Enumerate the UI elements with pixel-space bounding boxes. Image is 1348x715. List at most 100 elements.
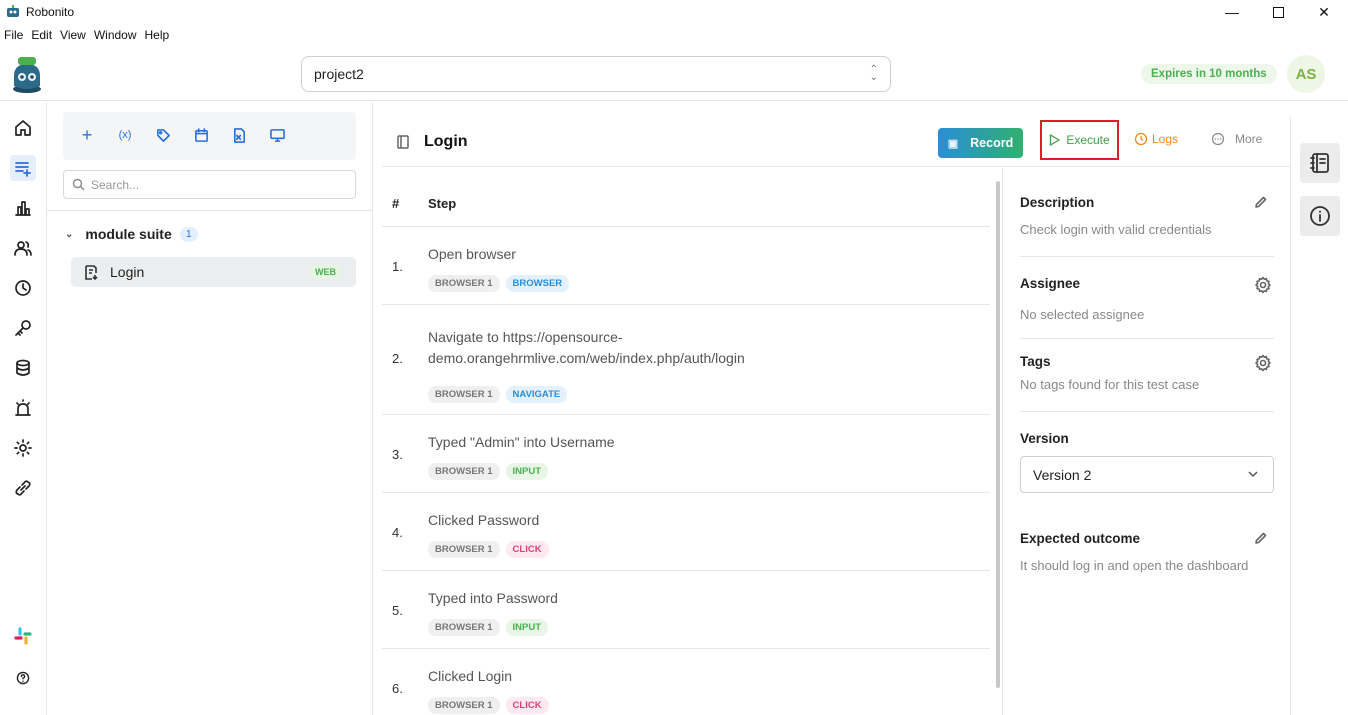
more-button[interactable]: More	[1211, 132, 1262, 146]
action-tag: NAVIGATE	[505, 386, 568, 403]
divider	[1020, 411, 1274, 412]
expiry-badge: Expires in 10 months	[1141, 64, 1277, 84]
step-row[interactable]: 4. Clicked Password BROWSER 1 CLICK	[382, 494, 990, 571]
step-tags: BROWSER 1 INPUT	[428, 463, 554, 480]
divider	[47, 210, 373, 211]
nav-users[interactable]	[10, 235, 36, 261]
details-panel: Description Check login with valid crede…	[1002, 168, 1290, 715]
plus-icon: +	[81, 124, 93, 145]
tags-label: Tags	[1020, 354, 1051, 369]
nav-reports[interactable]	[10, 195, 36, 221]
edit-outcome-button[interactable]	[1254, 531, 1268, 545]
minimize-button[interactable]: —	[1209, 0, 1255, 24]
assignee-label: Assignee	[1020, 276, 1081, 291]
step-tags: BROWSER 1 CLICK	[428, 697, 555, 714]
info-icon	[1310, 206, 1330, 226]
nav-integrations[interactable]	[10, 475, 36, 501]
assignee-settings-button[interactable]	[1254, 276, 1272, 294]
menu-edit[interactable]: Edit	[31, 28, 52, 46]
nav-home[interactable]	[10, 115, 36, 141]
step-text: Clicked Password	[428, 512, 540, 528]
browser-instance-tag: BROWSER 1	[428, 386, 500, 403]
close-button[interactable]: ✕	[1301, 0, 1347, 24]
info-button[interactable]	[1300, 196, 1340, 236]
module-row[interactable]: ⌄ module suite 1	[65, 224, 198, 244]
add-button[interactable]: +	[76, 124, 98, 146]
database-icon	[16, 359, 30, 376]
pencil-icon	[1255, 196, 1267, 208]
menu-file[interactable]: File	[4, 28, 23, 46]
select-arrows-icon: ⌃ ⌄	[869, 64, 878, 83]
testcase-name: Login	[110, 264, 145, 280]
project-name: project2	[314, 66, 364, 82]
step-row[interactable]: 6. Clicked Login BROWSER 1 CLICK	[382, 650, 990, 715]
menu-help[interactable]: Help	[145, 28, 170, 46]
document-icon	[397, 135, 409, 149]
record-button[interactable]: ▣ Record	[938, 128, 1023, 158]
users-icon	[14, 241, 32, 256]
chevron-down-icon[interactable]: ⌄	[65, 229, 73, 240]
logs-label: Logs	[1152, 132, 1179, 146]
description-label: Description	[1020, 195, 1095, 210]
excel-file-icon	[233, 127, 245, 143]
browser-instance-tag: BROWSER 1	[428, 463, 500, 480]
nav-settings[interactable]	[10, 435, 36, 461]
test-cases-icon	[15, 162, 31, 177]
step-row[interactable]: 1. Open browser BROWSER 1 BROWSER	[382, 228, 990, 305]
nav-keys[interactable]	[10, 315, 36, 341]
reports-icon	[15, 201, 31, 216]
step-row[interactable]: 5. Typed into Password BROWSER 1 INPUT	[382, 572, 990, 649]
logs-button[interactable]: Logs	[1134, 132, 1178, 146]
step-row[interactable]: 3. Typed "Admin" into Username BROWSER 1…	[382, 416, 990, 493]
maximize-button[interactable]	[1255, 0, 1301, 24]
execute-button[interactable]: Execute	[1040, 120, 1119, 160]
description-section: Description Check login with valid crede…	[1020, 195, 1274, 257]
divider	[1020, 338, 1274, 339]
menu-window[interactable]: Window	[94, 28, 137, 46]
column-number: #	[392, 196, 400, 211]
project-select[interactable]: project2 ⌃ ⌄	[301, 56, 891, 92]
version-select[interactable]: Version 2	[1020, 456, 1274, 493]
robonito-logo-icon[interactable]	[10, 56, 44, 94]
schedule-button[interactable]	[190, 124, 212, 146]
variable-icon: (x)	[118, 129, 132, 141]
play-icon	[1050, 134, 1061, 146]
steps-scrollbar[interactable]	[996, 181, 1000, 688]
expected-outcome-section: Expected outcome It should log in and op…	[1020, 531, 1274, 573]
browser-instance-tag: BROWSER 1	[428, 541, 500, 558]
step-row[interactable]: 2. Navigate to https://opensource-demo.o…	[382, 306, 990, 415]
more-icon	[1211, 132, 1225, 146]
nav-data[interactable]	[10, 355, 36, 381]
nav-alerts[interactable]	[10, 395, 36, 421]
search-icon	[72, 178, 85, 191]
tags-settings-button[interactable]	[1254, 354, 1272, 372]
maximize-icon	[1272, 6, 1284, 18]
import-excel-button[interactable]	[228, 124, 250, 146]
left-nav	[0, 102, 47, 715]
assignee-section: Assignee No selected assignee	[1020, 276, 1274, 339]
edit-description-button[interactable]	[1254, 195, 1268, 209]
history-icon	[15, 280, 31, 296]
search-input[interactable]	[91, 177, 341, 192]
nav-test-cases[interactable]	[10, 155, 36, 181]
step-number: 5.	[392, 603, 403, 618]
menu-view[interactable]: View	[60, 28, 86, 46]
nav-slack[interactable]	[10, 623, 36, 649]
tags-button[interactable]	[152, 124, 174, 146]
avatar[interactable]: AS	[1287, 55, 1325, 93]
app-header: project2 ⌃ ⌄ Expires in 10 months AS	[0, 50, 1348, 101]
search-box[interactable]	[63, 170, 356, 199]
title-bar: Robonito — ✕	[0, 0, 1348, 26]
window-title: Robonito	[26, 5, 75, 19]
integrations-icon	[15, 480, 31, 496]
step-number: 2.	[392, 351, 403, 366]
device-button[interactable]	[266, 124, 288, 146]
nav-help[interactable]	[10, 665, 36, 691]
version-section: Version Version 2	[1020, 431, 1274, 493]
testcase-item-login[interactable]: Login WEB	[71, 257, 356, 287]
key-icon	[15, 320, 31, 336]
minimize-icon: —	[1225, 4, 1239, 20]
toggle-details-button[interactable]	[1300, 143, 1340, 183]
nav-history[interactable]	[10, 275, 36, 301]
variables-button[interactable]: (x)	[114, 124, 136, 146]
